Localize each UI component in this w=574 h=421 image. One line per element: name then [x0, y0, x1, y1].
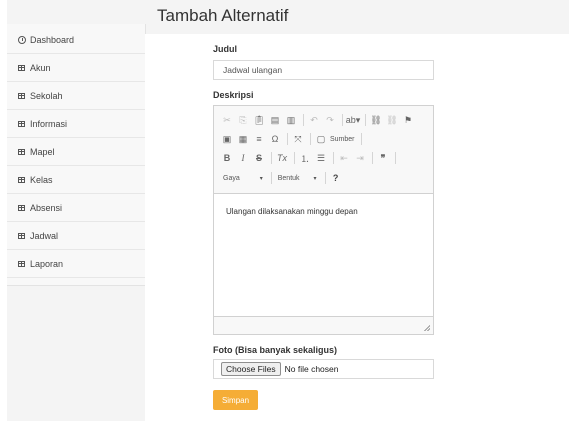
- paste-icon[interactable]: 📋︎: [252, 113, 266, 127]
- style-dropdown-label: Gaya: [223, 174, 240, 182]
- file-status: No file chosen: [284, 364, 339, 374]
- toolbar-row-3: B I S Tx ⒈ ☰ ⇤ ⇥ ❞: [220, 149, 399, 167]
- table-insert-icon[interactable]: ▦: [236, 132, 250, 146]
- toolbar-row-1: ✂ ⎘ 📋︎ ▤ ▥ ↶ ↷ ab▾ ⛓ ⛓ ⚑: [220, 111, 417, 129]
- outdent-icon[interactable]: ⇤: [337, 151, 351, 165]
- help-icon[interactable]: ?: [329, 171, 343, 185]
- redo-icon[interactable]: ↷: [323, 113, 337, 127]
- paste-word-icon[interactable]: ▥: [284, 113, 298, 127]
- bulleted-list-icon[interactable]: ☰: [314, 151, 328, 165]
- editor-status-bar: [214, 316, 433, 334]
- toolbar-separator: [395, 152, 396, 164]
- toolbar-separator: [333, 152, 334, 164]
- blockquote-icon[interactable]: ❞: [376, 151, 390, 165]
- paste-text-icon[interactable]: ▤: [268, 113, 282, 127]
- italic-icon[interactable]: I: [236, 151, 250, 165]
- chevron-down-icon: ▾: [259, 175, 263, 182]
- sidebar-item-label: Laporan: [30, 258, 64, 269]
- toolbar-row-4: Gaya ▾ Bentuk ▾ ?: [220, 169, 345, 187]
- table-icon: [17, 231, 26, 240]
- toolbar-separator: [310, 133, 311, 145]
- link-icon[interactable]: ⛓: [369, 113, 383, 127]
- editor-toolbar: ✂ ⎘ 📋︎ ▤ ▥ ↶ ↷ ab▾ ⛓ ⛓ ⚑ ▣ ▦ ≡ Ω ⤧ ▢ Sum…: [214, 106, 433, 194]
- foto-label: Foto (Bisa banyak sekaligus): [213, 345, 338, 355]
- format-dropdown[interactable]: Bentuk ▾: [275, 171, 320, 185]
- toolbar-separator: [365, 114, 366, 126]
- table-icon: [17, 63, 26, 72]
- judul-input-value: Jadwal ulangan: [223, 65, 283, 75]
- resize-handle-icon[interactable]: [424, 325, 430, 331]
- strike-icon[interactable]: S: [252, 151, 266, 165]
- bold-icon[interactable]: B: [220, 151, 234, 165]
- choose-files-button[interactable]: Choose Files: [221, 362, 281, 376]
- sidebar-item-kelas[interactable]: Kelas: [7, 166, 145, 194]
- undo-icon[interactable]: ↶: [307, 113, 321, 127]
- image-icon[interactable]: ▣: [220, 132, 234, 146]
- toolbar-separator: [271, 152, 272, 164]
- numbered-list-icon[interactable]: ⒈: [298, 151, 312, 165]
- rich-text-editor[interactable]: ✂ ⎘ 📋︎ ▤ ▥ ↶ ↷ ab▾ ⛓ ⛓ ⚑ ▣ ▦ ≡ Ω ⤧ ▢ Sum…: [213, 105, 434, 335]
- sidebar-item-mapel[interactable]: Mapel: [7, 138, 145, 166]
- sidebar-item-akun[interactable]: Akun: [7, 54, 145, 82]
- table-icon: [17, 119, 26, 128]
- toolbar-row-2: ▣ ▦ ≡ Ω ⤧ ▢ Sumber: [220, 130, 365, 148]
- sidebar-item-label: Informasi: [30, 118, 68, 129]
- style-dropdown[interactable]: Gaya ▾: [220, 171, 266, 185]
- table-icon: [17, 203, 26, 212]
- sidebar-item-label: Kelas: [30, 174, 53, 185]
- sidebar: Dashboard Akun Sekolah Informasi Mapel K…: [7, 24, 146, 286]
- sidebar-item-absensi[interactable]: Absensi: [7, 194, 145, 222]
- toolbar-separator: [270, 172, 272, 184]
- toolbar-separator: [287, 133, 288, 145]
- sidebar-item-label: Mapel: [30, 146, 55, 157]
- sidebar-item-label: Dashboard: [30, 34, 75, 45]
- judul-input[interactable]: Jadwal ulangan: [213, 60, 434, 80]
- sidebar-item-label: Absensi: [30, 202, 63, 213]
- format-dropdown-label: Bentuk: [277, 174, 300, 182]
- cut-icon[interactable]: ✂: [220, 113, 234, 127]
- sidebar-item-label: Sekolah: [30, 90, 63, 101]
- judul-label: Judul: [213, 44, 237, 54]
- table-icon: [17, 175, 26, 184]
- toolbar-separator: [303, 114, 304, 126]
- horizontal-line-icon[interactable]: ≡: [252, 132, 266, 146]
- table-icon: [17, 147, 26, 156]
- anchor-flag-icon[interactable]: ⚑: [401, 113, 415, 127]
- deskripsi-label: Deskripsi: [213, 90, 254, 100]
- chevron-down-icon: ▾: [313, 175, 317, 182]
- toolbar-separator: [360, 133, 362, 145]
- sidebar-item-dashboard[interactable]: Dashboard: [7, 26, 145, 54]
- sidebar-item-laporan[interactable]: Laporan: [7, 250, 145, 278]
- table-icon: [17, 91, 26, 100]
- file-input[interactable]: Choose Files No file chosen: [213, 359, 434, 379]
- sidebar-item-sekolah[interactable]: Sekolah: [7, 82, 145, 110]
- toolbar-separator: [294, 152, 295, 164]
- table-icon: [17, 259, 26, 268]
- maximize-icon[interactable]: ⤧: [291, 132, 305, 146]
- sidebar-item-jadwal[interactable]: Jadwal: [7, 222, 145, 250]
- toolbar-separator: [342, 114, 343, 126]
- toolbar-separator: [324, 172, 326, 184]
- copy-icon[interactable]: ⎘: [236, 113, 250, 127]
- dashboard-icon: [17, 35, 26, 44]
- page-title: Tambah Alternatif: [157, 6, 289, 25]
- sidebar-item-informasi[interactable]: Informasi: [7, 110, 145, 138]
- toolbar-separator: [372, 152, 373, 164]
- unlink-icon[interactable]: ⛓: [385, 113, 399, 127]
- source-button-label[interactable]: Sumber: [330, 136, 355, 143]
- remove-format-icon[interactable]: Tx: [275, 151, 289, 165]
- indent-icon[interactable]: ⇥: [353, 151, 367, 165]
- special-char-icon[interactable]: Ω: [268, 132, 282, 146]
- sidebar-item-label: Jadwal: [30, 230, 59, 241]
- editor-content[interactable]: Ulangan dilaksanakan minggu depan: [226, 207, 358, 216]
- save-button[interactable]: Simpan: [213, 390, 258, 410]
- source-icon[interactable]: ▢: [314, 132, 328, 146]
- sidebar-item-label: Akun: [30, 62, 51, 73]
- spellcheck-icon[interactable]: ab▾: [346, 113, 361, 127]
